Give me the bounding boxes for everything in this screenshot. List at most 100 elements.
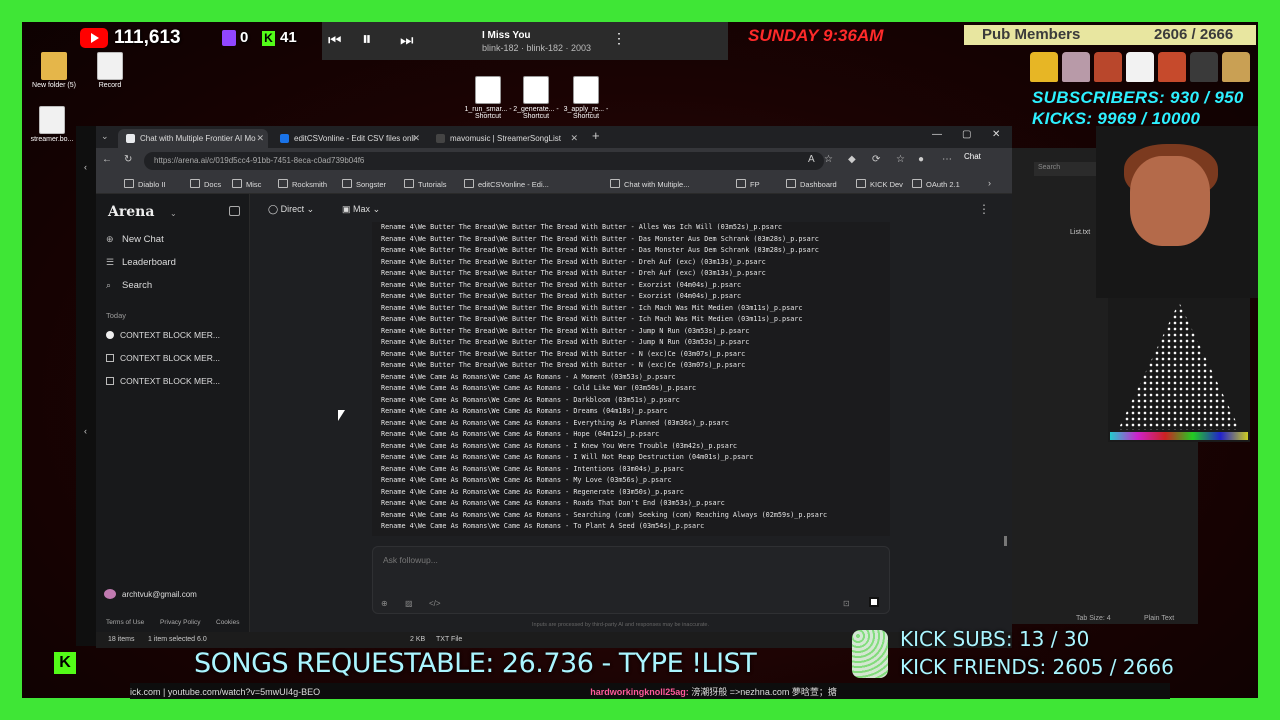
shortcut-icon (523, 76, 549, 104)
chevron-down-icon[interactable]: ⌄ (170, 209, 177, 218)
kicks-goal: KICKS: 9969 / 10000 (1032, 109, 1201, 128)
code-line: Rename 4\We Came As Romans\We Came As Ro… (381, 441, 738, 450)
scrollbar[interactable] (1004, 536, 1007, 546)
followup-input[interactable] (383, 553, 683, 567)
terms-link[interactable]: Terms of Use (106, 619, 144, 626)
screenshot-icon[interactable]: ⊡ (843, 599, 850, 608)
sidebar-toggle-icon[interactable] (229, 206, 240, 216)
model-label: Max (353, 204, 371, 214)
desktop-icon-streamer-bot[interactable]: streamer.bo... (22, 106, 82, 143)
chat-bubble-icon: ◯ (268, 204, 279, 214)
pub-members-label: Pub Members (982, 26, 1081, 43)
bookmarks-overflow-icon[interactable]: › (988, 178, 991, 188)
new-tab-icon[interactable]: + (592, 128, 600, 143)
code-line: Rename 4\We Came As Romans\We Came As Ro… (381, 510, 828, 519)
code-icon[interactable]: </> (429, 599, 441, 608)
close-tab-icon[interactable]: ✕ (412, 133, 420, 144)
reload-icon[interactable]: ↻ (124, 154, 132, 165)
bookmark-diablo[interactable]: Diablo II (124, 179, 166, 189)
address-bar[interactable]: https://arena.ai/c/019d5cc4-91bb-7451-8e… (144, 152, 824, 170)
history-item[interactable]: CONTEXT BLOCK MER... (106, 376, 220, 386)
notepad-search[interactable]: Search (1034, 162, 1104, 176)
model-icon (106, 354, 114, 362)
code-line: Rename 4\We Butter The Bread\We Butter T… (381, 326, 750, 335)
stop-button[interactable] (869, 597, 879, 607)
bookmark-songster[interactable]: Songster (342, 179, 386, 189)
tab-search-icon[interactable]: ⌄ (101, 131, 109, 142)
bookmark-docs[interactable]: Docs (190, 179, 221, 189)
bookmark-dashboard[interactable]: Dashboard (786, 179, 837, 189)
code-line: Rename 4\We Came As Romans\We Came As Ro… (381, 395, 680, 404)
code-line: Rename 4\We Butter The Bread\We Butter T… (381, 280, 742, 289)
bookmarks-bar: Diablo II Docs Misc Rocksmith Songster T… (96, 174, 1012, 194)
bookmark-tutorials[interactable]: Tutorials (404, 179, 446, 189)
bookmark-editcsv[interactable]: editCSVonline - Edi... (464, 179, 549, 189)
previous-track-icon[interactable]: ⏮ (328, 32, 342, 49)
tab-editcsv[interactable]: editCSVonline - Edit CSV files onli ✕ (272, 129, 424, 148)
translate-icon[interactable]: A (808, 154, 815, 165)
account-menu[interactable]: archtvuk@gmail.com (104, 589, 197, 599)
plinko-pegs (1118, 302, 1240, 430)
back-icon[interactable]: ← (102, 154, 112, 165)
tab-bar: ⌄ Chat with Multiple Frontier AI Mo ✕ ed… (96, 126, 1012, 148)
code-line: Rename 4\We Came As Romans\We Came As Ro… (381, 430, 660, 438)
close-tab-icon[interactable]: ✕ (256, 133, 264, 144)
sidebar-item-search[interactable]: ⌕ Search (106, 280, 152, 291)
bookmark-fp[interactable]: FP (736, 179, 760, 189)
tab-streamer-songlist[interactable]: mavomusic | StreamerSongList ✕ (428, 129, 582, 148)
history-item[interactable]: CONTEXT BLOCK MER... (106, 330, 220, 340)
sidebar-item-label: Search (122, 280, 153, 291)
kick-logo-icon: K (54, 652, 76, 674)
desktop-icon-new-folder[interactable]: New folder (5) (24, 52, 84, 89)
history-item[interactable]: CONTEXT BLOCK MER... (106, 353, 220, 363)
bookmark-oauth[interactable]: OAuth 2.1 (912, 179, 960, 189)
attach-icon[interactable]: ⊕ (381, 599, 388, 608)
sidebar-item-leaderboard[interactable]: ☰ Leaderboard (106, 257, 176, 268)
model-selector[interactable]: ▣ Max ⌄ (342, 204, 380, 215)
account-email: archtvuk@gmail.com (122, 590, 197, 599)
arena-logo[interactable]: Arena (108, 204, 154, 220)
favorites-icon[interactable]: ☆ (896, 154, 905, 165)
bookmark-star-icon[interactable]: ☆ (824, 154, 833, 165)
extension-icon[interactable]: ⟳ (872, 154, 880, 165)
bookmark-kick-dev[interactable]: KICK Dev (856, 179, 903, 189)
code-line: Rename 4\We Butter The Bread\We Butter T… (381, 234, 819, 243)
close-tab-icon[interactable]: ✕ (570, 133, 578, 144)
image-icon[interactable]: ▨ (405, 599, 413, 608)
sidebar-item-new-chat[interactable]: ⊕ New Chat (106, 234, 164, 245)
twitch-icon (222, 30, 236, 46)
model-icon: ▣ (342, 204, 351, 214)
maximize-icon[interactable]: ▢ (962, 129, 971, 140)
day-time-display: SUNDAY 9:36AM (748, 26, 884, 45)
desktop-shortcut-apply[interactable]: 3_apply_re... - Shortcut (556, 76, 616, 120)
more-options-icon[interactable]: ⋮ (978, 202, 990, 216)
pause-icon[interactable]: ⏸ (362, 29, 372, 51)
code-line: Rename 4\We Butter The Bread\We Butter T… (381, 246, 819, 254)
code-line: Rename 4\We Came As Romans\We Came As Ro… (381, 499, 725, 507)
code-line: Rename 4\We Butter The Bread\We Butter T… (381, 338, 750, 346)
chevron-down-icon: ⌄ (306, 204, 315, 214)
tab-label: mavomusic | StreamerSongList (450, 134, 562, 143)
menu-icon[interactable]: ⋯ (942, 154, 952, 165)
copilot-chat-button[interactable]: Chat (964, 152, 981, 161)
minimize-icon[interactable]: — (932, 129, 942, 140)
close-window-icon[interactable]: ✕ (992, 129, 1000, 140)
code-line: Rename 4\We Came As Romans\We Came As Ro… (381, 418, 729, 427)
pub-members-count: 2606 / 2666 (1154, 26, 1234, 43)
mode-selector[interactable]: ◯ Direct ⌄ (268, 204, 314, 215)
extension-icon[interactable]: ◆ (848, 154, 856, 165)
desktop-icon-record[interactable]: Record (80, 52, 140, 89)
browser-window: ⌄ Chat with Multiple Frontier AI Mo ✕ ed… (96, 126, 1012, 632)
profile-icon[interactable]: ● (918, 154, 924, 165)
notepad-tab-size: Tab Size: 4 (1076, 615, 1111, 622)
more-options-icon[interactable]: ⋮ (612, 30, 626, 47)
next-track-icon[interactable]: ⏭ (400, 32, 414, 49)
notepad-tab[interactable]: List.txt (1048, 224, 1096, 243)
bookmark-misc[interactable]: Misc (232, 179, 261, 189)
kick-friends-goal: KICK FRIENDS: 2605 / 2666 (900, 655, 1174, 679)
privacy-link[interactable]: Privacy Policy (160, 619, 200, 626)
bookmark-rocksmith[interactable]: Rocksmith (278, 179, 327, 189)
bookmark-arena-chat[interactable]: Chat with Multiple... (610, 179, 689, 189)
cookies-link[interactable]: Cookies (216, 619, 239, 626)
tab-arena-chat[interactable]: Chat with Multiple Frontier AI Mo ✕ (118, 129, 268, 148)
